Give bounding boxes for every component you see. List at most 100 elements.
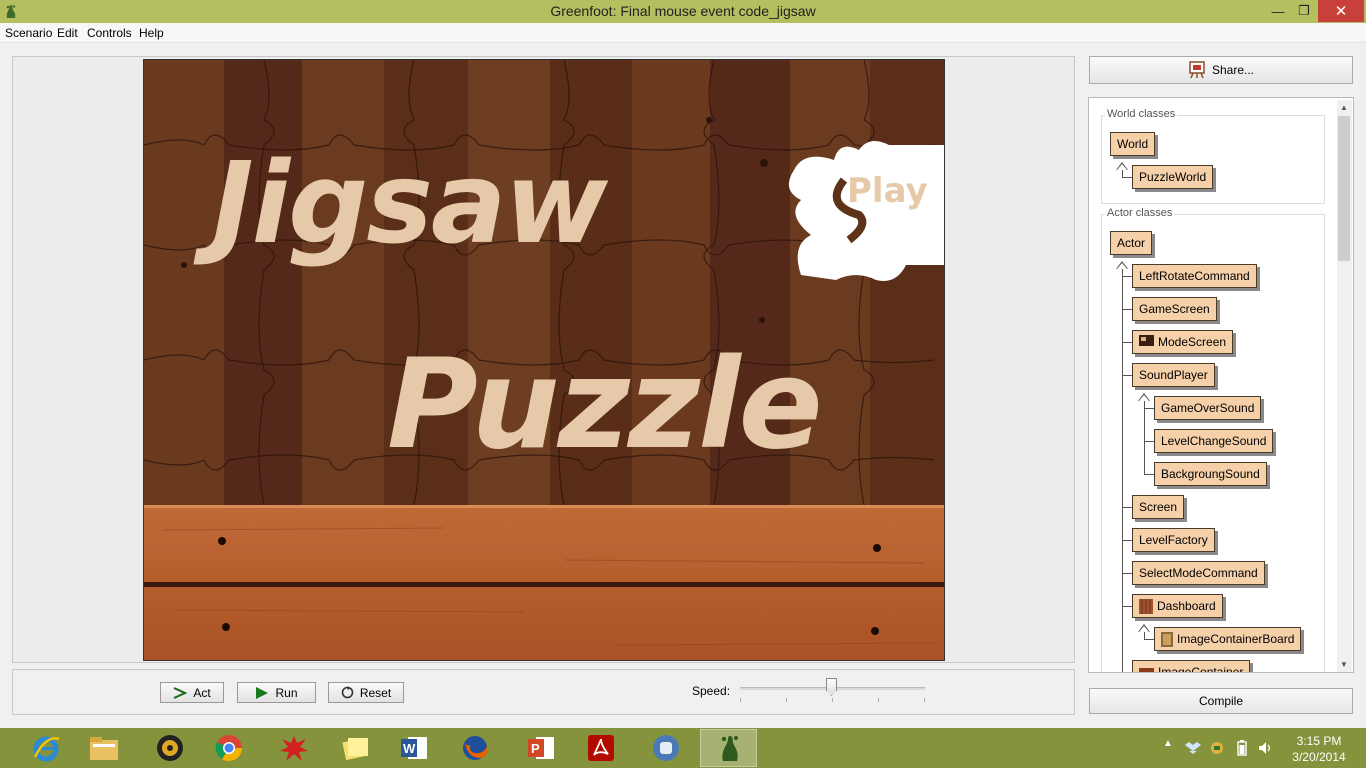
class-label: LeftRotateCommand (1139, 269, 1250, 283)
act-label: Act (193, 685, 211, 700)
minimize-button[interactable]: — (1264, 0, 1292, 22)
act-button[interactable]: Act (160, 682, 224, 703)
tree-line (1122, 170, 1123, 177)
class-label: Screen (1139, 500, 1178, 514)
tree-line (1144, 401, 1145, 475)
firefox-icon[interactable] (449, 729, 501, 767)
reset-icon (341, 686, 354, 699)
battery-icon[interactable] (1237, 740, 1247, 756)
puzzle-title-text: Puzzle (387, 333, 823, 477)
class-levelfactory[interactable]: LevelFactory (1132, 528, 1215, 552)
class-label: BackgroungSound (1161, 467, 1260, 481)
class-label: Dashboard (1157, 599, 1216, 613)
class-label: GameScreen (1139, 302, 1210, 316)
tree-line (1122, 276, 1132, 277)
share-label: Share... (1211, 63, 1255, 77)
powerpoint-icon[interactable]: P (515, 729, 567, 767)
speed-label: Speed: (692, 684, 731, 698)
class-screen[interactable]: Screen (1132, 495, 1185, 519)
class-gameoversound[interactable]: GameOverSound (1154, 396, 1262, 420)
internet-explorer-icon[interactable] (20, 729, 72, 767)
acrobat-icon[interactable] (575, 729, 627, 767)
file-explorer-icon[interactable] (78, 729, 130, 767)
class-label: LevelFactory (1139, 533, 1208, 547)
menu-edit[interactable]: Edit (57, 26, 78, 40)
volume-icon[interactable] (1258, 740, 1274, 756)
share-easel-icon (1189, 61, 1205, 79)
class-modescreen[interactable]: ModeScreen (1132, 330, 1234, 354)
word-icon[interactable]: W (388, 729, 440, 767)
tree-line (1122, 507, 1132, 508)
taskbar-clock[interactable]: 3:15 PM 3/20/2014 (1284, 733, 1354, 765)
slider-tick (924, 698, 925, 702)
class-selectmodecommand[interactable]: SelectModeCommand (1132, 561, 1265, 585)
window-title: Greenfoot: Final mouse event code_jigsaw (550, 3, 816, 19)
class-label: GameOverSound (1161, 401, 1255, 415)
class-world[interactable]: World (1110, 132, 1156, 156)
scrollbar-thumb[interactable] (1338, 116, 1350, 261)
class-dashboard[interactable]: Dashboard (1132, 594, 1223, 618)
close-button[interactable]: ✕ (1318, 0, 1364, 22)
world-classes-label: World classes (1105, 108, 1178, 120)
chrome-icon[interactable] (203, 729, 255, 767)
class-label: SoundPlayer (1139, 368, 1208, 382)
run-icon (256, 686, 269, 699)
class-leftrotatecommand[interactable]: LeftRotateCommand (1132, 264, 1257, 288)
class-label: ModeScreen (1158, 335, 1227, 349)
clock-time: 3:15 PM (1296, 734, 1342, 748)
greenfoot-taskbar-icon[interactable] (700, 729, 757, 767)
menu-help[interactable]: Help (139, 26, 164, 40)
bluej-icon[interactable] (640, 729, 692, 767)
paint-splash-icon[interactable] (268, 729, 320, 767)
title-bar: Greenfoot: Final mouse event code_jigsaw… (0, 0, 1366, 23)
tree-line (1122, 342, 1132, 343)
menu-controls[interactable]: Controls (87, 26, 132, 40)
reset-button[interactable]: Reset (328, 682, 404, 703)
clock-date: 3/20/2014 (1292, 750, 1346, 764)
class-levelchangesound[interactable]: LevelChangeSound (1154, 429, 1274, 453)
network-icon[interactable] (1209, 740, 1225, 756)
tree-line (1144, 474, 1154, 475)
class-soundplayer[interactable]: SoundPlayer (1132, 363, 1215, 387)
play-button[interactable]: Play (847, 174, 928, 208)
inherit-arrow (1116, 261, 1128, 269)
class-puzzleworld[interactable]: PuzzleWorld (1132, 165, 1214, 189)
reset-label: Reset (359, 685, 392, 700)
dashboard-thumbnail-icon (1139, 599, 1153, 614)
world-canvas[interactable]: Jigsaw Puzzle Play (143, 59, 945, 661)
inherit-arrow (1116, 162, 1128, 170)
menu-scenario[interactable]: Scenario (5, 26, 52, 40)
share-button[interactable]: Share... (1089, 56, 1353, 84)
class-backgroungsound[interactable]: BackgroungSound (1154, 462, 1267, 486)
class-label: LevelChangeSound (1161, 434, 1267, 448)
tree-line (1122, 573, 1132, 574)
scroll-up-arrow-icon[interactable]: ▲ (1338, 103, 1350, 112)
svg-text:W: W (403, 741, 416, 756)
tree-line (1122, 375, 1132, 376)
class-imagecontainer[interactable]: ImageContainer (1132, 660, 1251, 673)
scroll-down-arrow-icon[interactable]: ▼ (1338, 660, 1350, 669)
class-label: PuzzleWorld (1139, 170, 1207, 184)
compile-button[interactable]: Compile (1089, 688, 1353, 714)
show-hidden-icons-icon[interactable]: ▲ (1163, 738, 1173, 749)
tree-line (1122, 606, 1132, 607)
imagecontainerboard-thumbnail-icon (1161, 632, 1173, 647)
class-imagecontainerboard[interactable]: ImageContainerBoard (1154, 627, 1302, 651)
tree-line (1122, 672, 1132, 673)
class-actor[interactable]: Actor (1110, 231, 1153, 255)
class-label: ImageContainer (1158, 665, 1244, 673)
dropbox-icon[interactable] (1185, 740, 1201, 756)
class-label: SelectModeCommand (1139, 566, 1258, 580)
inherit-arrow (1138, 393, 1150, 401)
maximize-button[interactable]: ❐ (1290, 0, 1318, 22)
class-label: ImageContainerBoard (1177, 632, 1295, 646)
run-button[interactable]: Run (237, 682, 316, 703)
class-gamescreen[interactable]: GameScreen (1132, 297, 1217, 321)
tree-line (1122, 540, 1132, 541)
media-player-icon[interactable] (144, 729, 196, 767)
slider-tick (740, 698, 741, 702)
slider-tick (878, 698, 879, 702)
sticky-notes-icon[interactable] (330, 729, 382, 767)
modescreen-thumbnail-icon (1139, 335, 1154, 346)
class-label: World (1117, 137, 1149, 151)
